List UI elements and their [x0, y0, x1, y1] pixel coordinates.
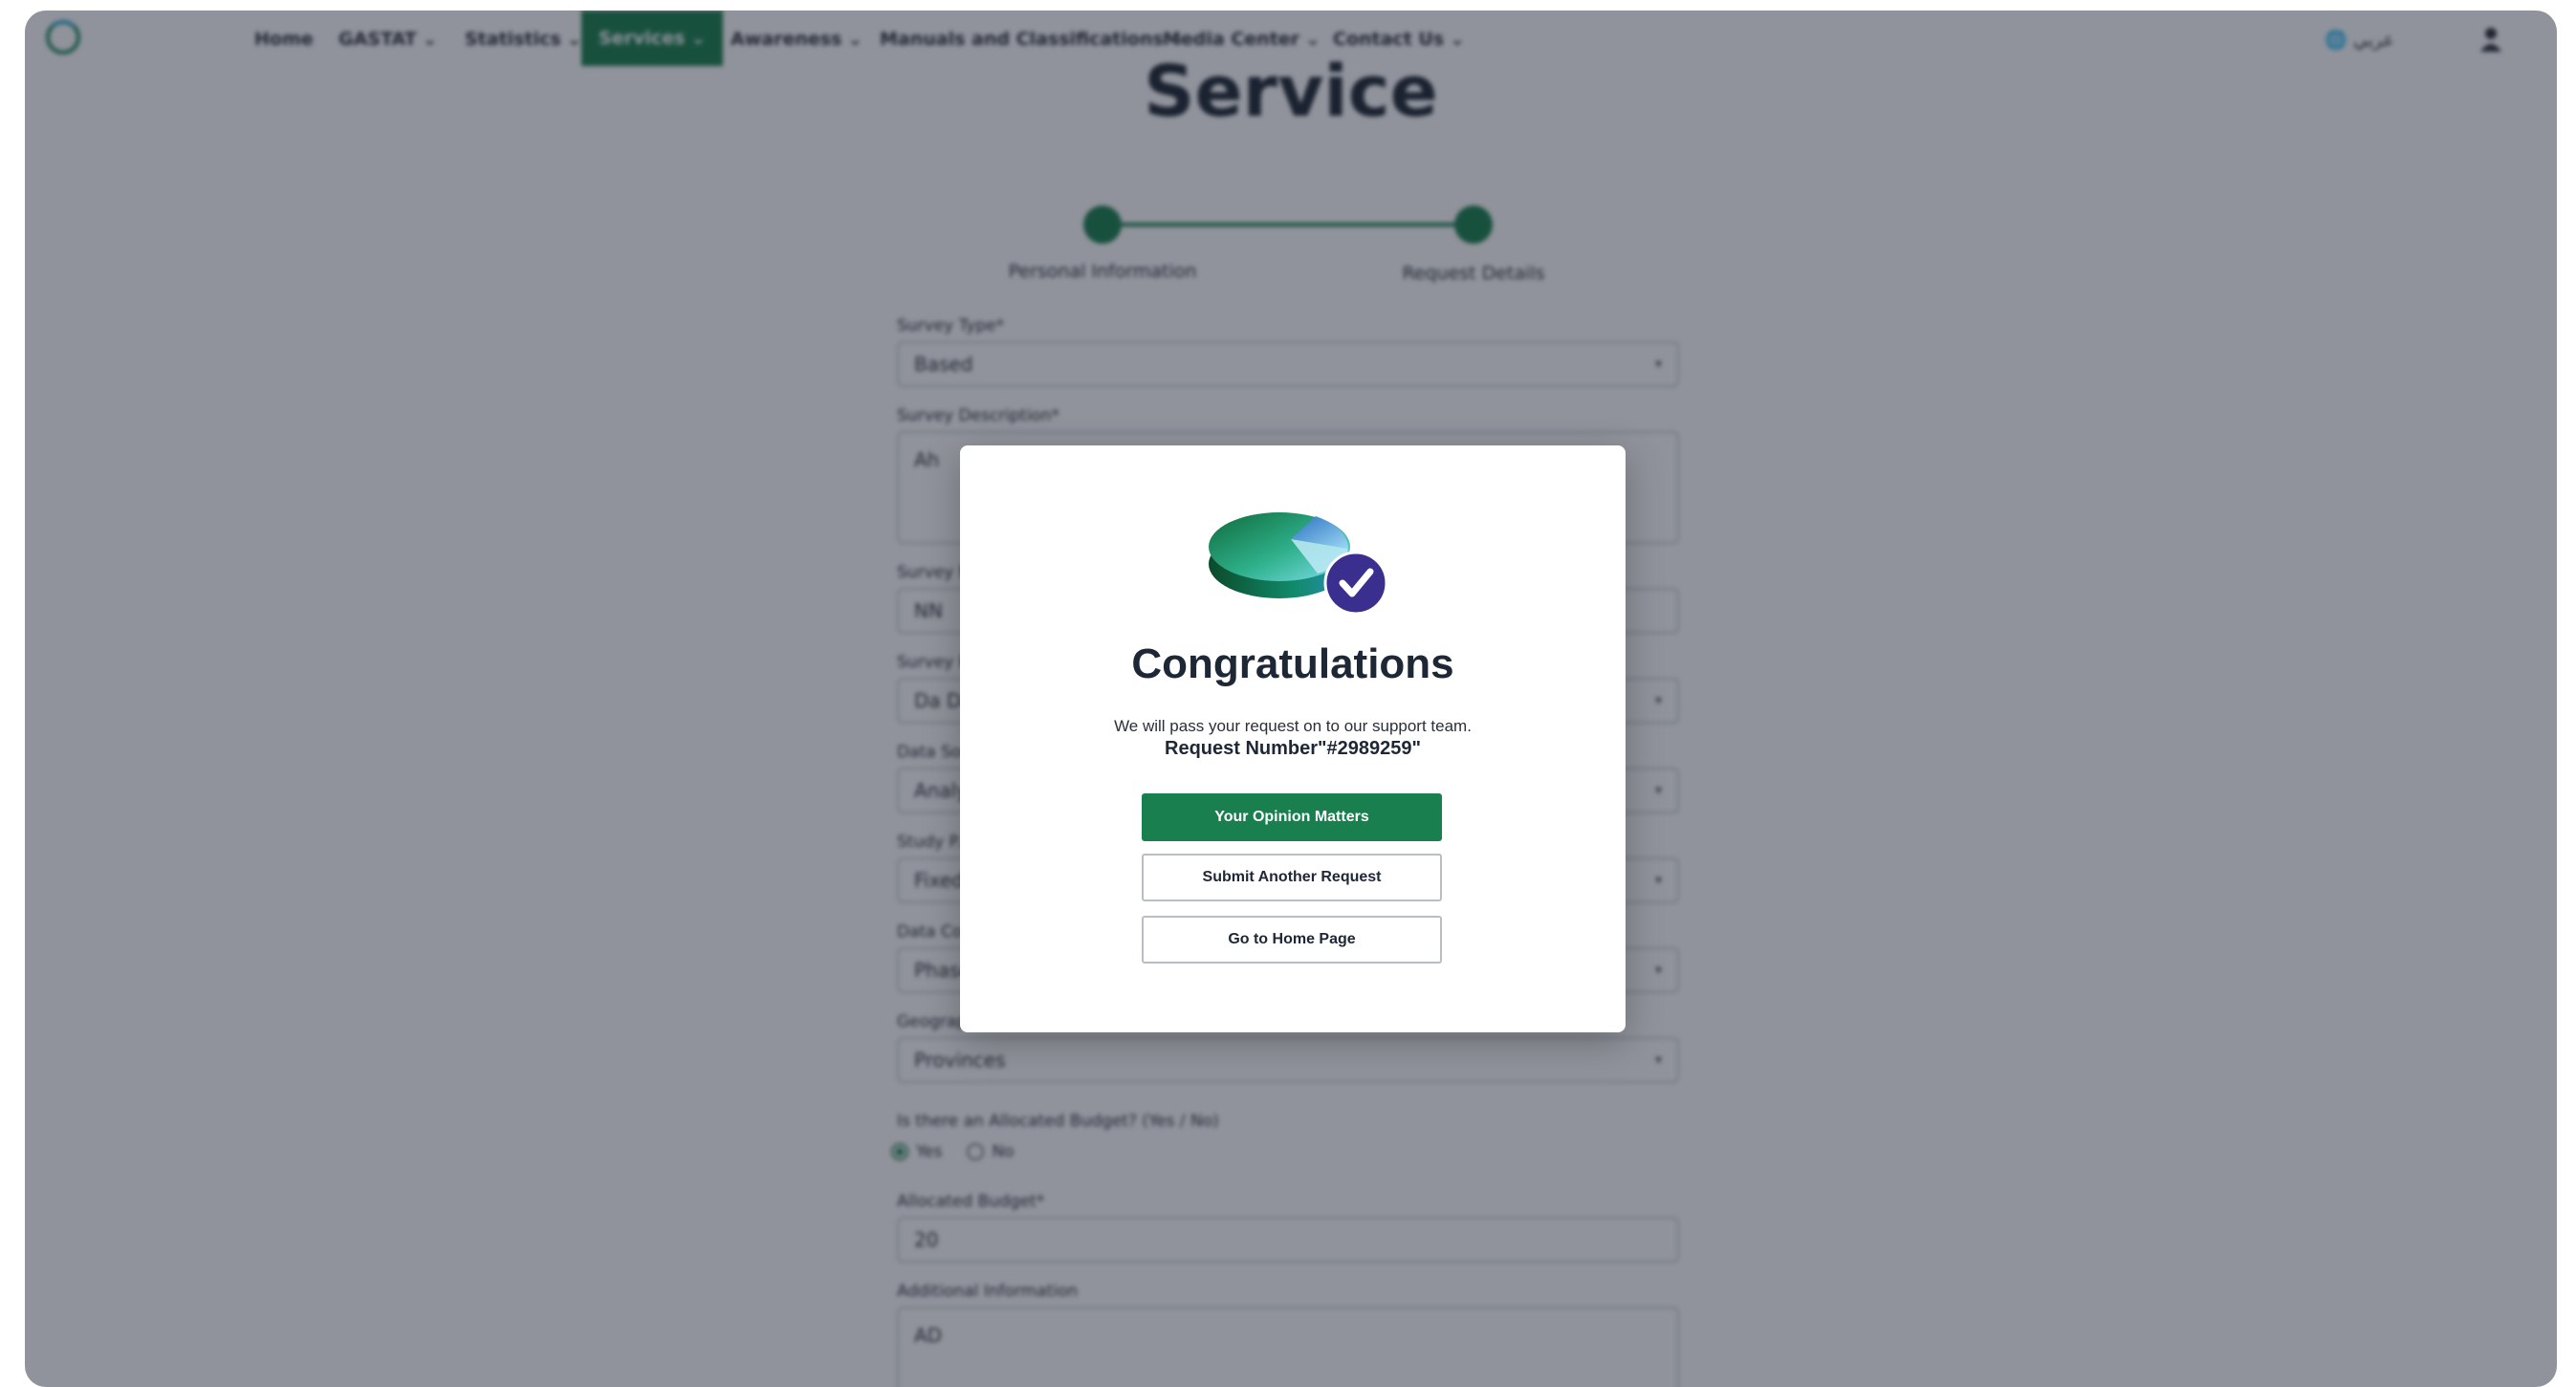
- request-number: Request Number"#2989259": [1165, 738, 1421, 759]
- go-to-home-page-button[interactable]: Go to Home Page: [1142, 916, 1442, 964]
- submit-another-request-button[interactable]: Submit Another Request: [1142, 854, 1442, 901]
- your-opinion-matters-button[interactable]: Your Opinion Matters: [1142, 793, 1442, 841]
- dialog-title: Congratulations: [1131, 640, 1454, 687]
- success-dialog: Congratulations We will pass your reques…: [960, 445, 1626, 1032]
- dialog-message: We will pass your request on to our supp…: [1114, 717, 1472, 735]
- pie-chart-success-icon: [1209, 512, 1386, 614]
